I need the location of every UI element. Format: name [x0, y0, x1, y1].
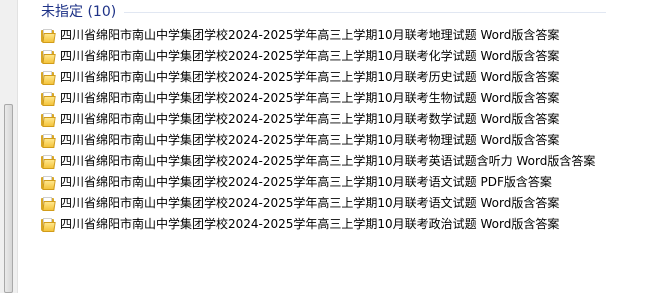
vertical-scrollbar[interactable] [0, 0, 18, 293]
folder-icon [41, 196, 56, 211]
file-name: 四川省绵阳市南山中学集团学校2024-2025学年高三上学期10月联考语文试题 … [60, 196, 560, 210]
file-name: 四川省绵阳市南山中学集团学校2024-2025学年高三上学期10月联考历史试题 … [60, 70, 560, 84]
list-item[interactable]: 四川省绵阳市南山中学集团学校2024-2025学年高三上学期10月联考生物试题 … [41, 88, 595, 109]
file-list: 四川省绵阳市南山中学集团学校2024-2025学年高三上学期10月联考地理试题 … [41, 25, 595, 235]
list-item[interactable]: 四川省绵阳市南山中学集团学校2024-2025学年高三上学期10月联考数学试题 … [41, 109, 595, 130]
file-name: 四川省绵阳市南山中学集团学校2024-2025学年高三上学期10月联考语文试题 … [60, 175, 552, 189]
file-list-area: 未指定 (10) 四川省绵阳市南山中学集团学校2024-2025学年高三上学期1… [19, 0, 666, 293]
file-name: 四川省绵阳市南山中学集团学校2024-2025学年高三上学期10月联考物理试题 … [60, 133, 560, 147]
folder-icon [41, 49, 56, 64]
folder-icon [41, 112, 56, 127]
list-item[interactable]: 四川省绵阳市南山中学集团学校2024-2025学年高三上学期10月联考政治试题 … [41, 214, 595, 235]
folder-icon [41, 154, 56, 169]
list-item[interactable]: 四川省绵阳市南山中学集团学校2024-2025学年高三上学期10月联考历史试题 … [41, 67, 595, 88]
group-header[interactable]: 未指定 (10) [41, 2, 116, 22]
scrollbar-thumb[interactable] [4, 104, 13, 293]
list-item[interactable]: 四川省绵阳市南山中学集团学校2024-2025学年高三上学期10月联考物理试题 … [41, 130, 595, 151]
group-header-divider [124, 12, 606, 13]
file-name: 四川省绵阳市南山中学集团学校2024-2025学年高三上学期10月联考化学试题 … [60, 49, 560, 63]
file-name: 四川省绵阳市南山中学集团学校2024-2025学年高三上学期10月联考英语试题含… [60, 154, 596, 168]
file-name: 四川省绵阳市南山中学集团学校2024-2025学年高三上学期10月联考生物试题 … [60, 91, 560, 105]
file-name: 四川省绵阳市南山中学集团学校2024-2025学年高三上学期10月联考政治试题 … [60, 217, 560, 231]
list-item[interactable]: 四川省绵阳市南山中学集团学校2024-2025学年高三上学期10月联考化学试题 … [41, 46, 595, 67]
file-name: 四川省绵阳市南山中学集团学校2024-2025学年高三上学期10月联考地理试题 … [60, 28, 560, 42]
folder-icon [41, 133, 56, 148]
list-item[interactable]: 四川省绵阳市南山中学集团学校2024-2025学年高三上学期10月联考地理试题 … [41, 25, 595, 46]
file-name: 四川省绵阳市南山中学集团学校2024-2025学年高三上学期10月联考数学试题 … [60, 112, 560, 126]
folder-icon [41, 70, 56, 85]
explorer-file-pane: 未指定 (10) 四川省绵阳市南山中学集团学校2024-2025学年高三上学期1… [0, 0, 666, 293]
list-item[interactable]: 四川省绵阳市南山中学集团学校2024-2025学年高三上学期10月联考英语试题含… [41, 151, 595, 172]
folder-icon [41, 28, 56, 43]
folder-icon [41, 175, 56, 190]
list-item[interactable]: 四川省绵阳市南山中学集团学校2024-2025学年高三上学期10月联考语文试题 … [41, 193, 595, 214]
folder-icon [41, 91, 56, 106]
folder-icon [41, 217, 56, 232]
list-item[interactable]: 四川省绵阳市南山中学集团学校2024-2025学年高三上学期10月联考语文试题 … [41, 172, 595, 193]
